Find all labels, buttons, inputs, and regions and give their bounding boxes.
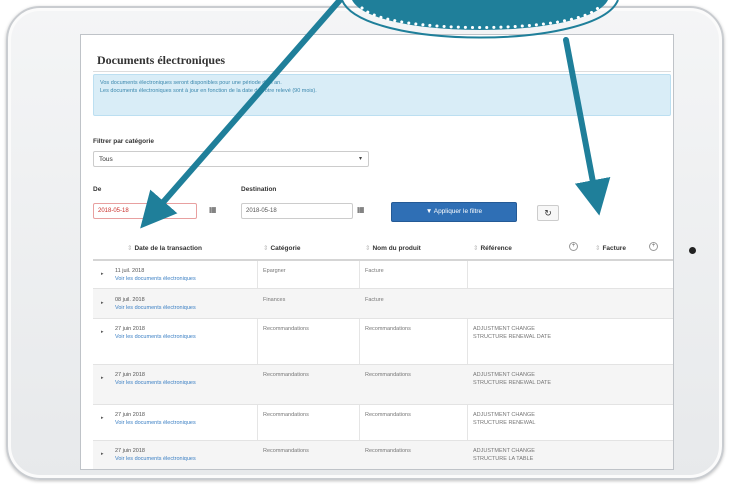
row-date: 27 juin 2018 bbox=[115, 448, 145, 454]
row-category: Epargner bbox=[263, 268, 286, 274]
page-title: Documents électroniques bbox=[97, 53, 226, 67]
view-documents-link[interactable]: Voir les documents électroniques bbox=[115, 275, 196, 283]
from-date-label: De bbox=[93, 186, 102, 193]
sort-icon: ⇕ bbox=[595, 245, 601, 252]
row-product: Recommandations bbox=[365, 372, 411, 378]
sort-icon: ⇕ bbox=[127, 245, 133, 252]
refresh-icon: ↻ bbox=[544, 208, 552, 218]
screen: Documents électroniques Vos documents él… bbox=[80, 34, 674, 470]
table-row: ▸ 27 juin 2018 Voir les documents électr… bbox=[93, 441, 673, 469]
row-product: Facture bbox=[365, 268, 384, 274]
row-reference: ADJUSTMENT CHANGE STRUCTURE RENEWAL bbox=[473, 412, 536, 426]
info-line-1: Vos documents électroniques seront dispo… bbox=[100, 80, 282, 86]
table-row: ▸ 27 juin 2018 Voir les documents électr… bbox=[93, 319, 673, 365]
row-date: 11 juil. 2018 bbox=[115, 268, 145, 274]
row-category: Recommandations bbox=[263, 448, 309, 454]
row-product: Recommandations bbox=[365, 326, 411, 332]
row-date: 27 juin 2018 bbox=[115, 326, 145, 332]
calendar-icon[interactable]: ▦ bbox=[209, 205, 217, 214]
apply-filter-button[interactable]: ▼ Appliquer le filtre bbox=[391, 202, 517, 222]
row-reference: ADJUSTMENT CHANGE STRUCTURE RENEWAL DATE bbox=[473, 372, 552, 386]
row-date: 08 juil. 2018 bbox=[115, 297, 145, 303]
expand-row-icon[interactable]: ▸ bbox=[101, 300, 104, 306]
view-documents-link[interactable]: Voir les documents électroniques bbox=[115, 455, 196, 463]
row-date: 27 juin 2018 bbox=[115, 372, 145, 378]
column-header-product[interactable]: ⇕ Nom du produit bbox=[365, 244, 421, 252]
view-documents-link[interactable]: Voir les documents électroniques bbox=[115, 419, 196, 427]
table-row: ▸ 11 juil. 2018 Voir les documents élect… bbox=[93, 261, 673, 289]
column-header-date[interactable]: ⇕ Date de la transaction bbox=[127, 244, 202, 252]
home-button bbox=[689, 247, 696, 254]
row-category: Recommandations bbox=[263, 372, 309, 378]
tablet-frame: Documents électroniques Vos documents él… bbox=[6, 6, 724, 480]
expand-row-icon[interactable]: ▸ bbox=[101, 415, 104, 421]
table-header: ⇕ Date de la transaction ⇕ Catégorie ⇕ Nom … bbox=[93, 235, 673, 261]
column-header-category[interactable]: ⇕ Catégorie bbox=[263, 244, 300, 252]
title-divider bbox=[93, 71, 671, 72]
view-documents-link[interactable]: Voir les documents électroniques bbox=[115, 333, 196, 341]
sort-icon: ⇕ bbox=[473, 245, 479, 252]
chevron-down-icon: ▾ bbox=[358, 156, 362, 162]
calendar-icon[interactable]: ▦ bbox=[357, 205, 365, 214]
expand-row-icon[interactable]: ▸ bbox=[101, 271, 104, 277]
filter-icon: ▼ bbox=[425, 208, 434, 215]
to-date-label: Destination bbox=[241, 186, 277, 193]
apply-filter-label: Appliquer le filtre bbox=[433, 208, 483, 215]
column-options-icon[interactable]: + bbox=[649, 242, 658, 251]
info-line-2: Les documents électroniques sont à jour … bbox=[100, 88, 317, 94]
table-row: ▸ 27 juin 2018 Voir les documents électr… bbox=[93, 405, 673, 441]
row-date: 27 juin 2018 bbox=[115, 412, 145, 418]
category-select[interactable]: Tous ▾ bbox=[93, 151, 369, 167]
expand-row-icon[interactable]: ▸ bbox=[101, 329, 104, 335]
expand-row-icon[interactable]: ▸ bbox=[101, 375, 104, 381]
expand-row-icon[interactable]: ▸ bbox=[101, 451, 104, 457]
column-options-icon[interactable]: + bbox=[569, 242, 578, 251]
from-date-input[interactable]: 2018-05-18 bbox=[93, 203, 197, 219]
table-row: ▸ 27 juin 2018 Voir les documents électr… bbox=[93, 365, 673, 405]
reset-button[interactable]: ↻ bbox=[537, 205, 559, 221]
category-filter-label: Filtrer par catégorie bbox=[93, 138, 155, 145]
row-product: Recommandations bbox=[365, 412, 411, 418]
row-product: Recommandations bbox=[365, 448, 411, 454]
row-reference: ADJUSTMENT CHANGE STRUCTURE RENEWAL DATE bbox=[473, 326, 552, 340]
sort-icon: ⇕ bbox=[263, 245, 269, 252]
row-product: Facture bbox=[365, 297, 384, 303]
row-category: Recommandations bbox=[263, 326, 309, 332]
row-category: Finances bbox=[263, 297, 286, 303]
column-header-reference[interactable]: ⇕ Référence bbox=[473, 244, 512, 252]
row-category: Recommandations bbox=[263, 412, 309, 418]
view-documents-link[interactable]: Voir les documents électroniques bbox=[115, 304, 196, 312]
to-date-input[interactable]: 2018-05-18 bbox=[241, 203, 353, 219]
category-select-value: Tous bbox=[99, 156, 113, 163]
sort-icon: ⇕ bbox=[365, 245, 371, 252]
table-row: ▸ 08 juil. 2018 Voir les documents élect… bbox=[93, 289, 673, 319]
row-reference: ADJUSTMENT CHANGE STRUCTURE LA TABLE bbox=[473, 448, 535, 462]
view-documents-link[interactable]: Voir les documents électroniques bbox=[115, 379, 196, 387]
column-header-invoice[interactable]: ⇕ Facture bbox=[595, 244, 626, 252]
info-alert: Vos documents électroniques seront dispo… bbox=[93, 74, 671, 116]
